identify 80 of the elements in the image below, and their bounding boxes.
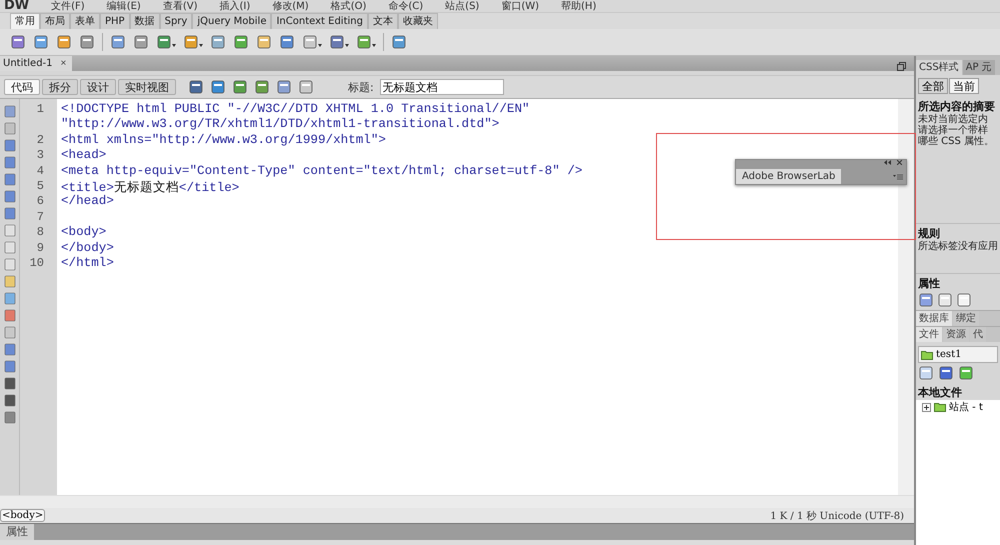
- expand-toggle[interactable]: [922, 402, 931, 412]
- code-line: </html>: [61, 256, 114, 270]
- panel-tab[interactable]: AP 元: [962, 60, 995, 75]
- restore-icon[interactable]: [897, 62, 906, 71]
- line-number: 4: [36, 164, 44, 178]
- line-number: 7: [36, 210, 44, 224]
- section-heading: 规则: [916, 226, 941, 240]
- summary-text: 请选择一个带样: [917, 125, 989, 136]
- menu-item[interactable]: 编辑(E): [106, 1, 141, 12]
- code-line: <body>: [61, 225, 106, 240]
- view-button[interactable]: 代码: [4, 79, 40, 95]
- panel-tab[interactable]: 数据库: [916, 311, 952, 326]
- insert-tab[interactable]: 表单: [70, 13, 100, 29]
- insert-tab[interactable]: 数据: [130, 13, 160, 29]
- line-number: 8: [36, 225, 44, 240]
- section-heading: 所选内容的摘要: [917, 99, 996, 114]
- view-button[interactable]: 实时视图: [118, 79, 176, 95]
- line-number: 2: [36, 132, 44, 147]
- menu-item[interactable]: 格式(O): [330, 1, 366, 12]
- site-dropdown[interactable]: test1: [918, 346, 998, 363]
- panel-tab[interactable]: 资源: [943, 327, 969, 342]
- code-line: </head>: [61, 194, 114, 208]
- section-heading: 本地文件: [916, 385, 963, 400]
- panel-tab[interactable]: CSS样式: [916, 60, 962, 75]
- properties-tab[interactable]: 属性: [0, 524, 34, 540]
- document-title: Untitled-1: [3, 58, 53, 69]
- line-number: 1: [36, 102, 44, 116]
- horizontal-scrollbar[interactable]: [0, 495, 914, 508]
- insert-tab[interactable]: 收藏夹: [398, 13, 438, 29]
- menu-item[interactable]: 修改(M): [272, 1, 309, 12]
- code-line: <meta http-equiv="Content-Type" content="text/html; charset=utf-8" />: [61, 164, 582, 178]
- mode-button[interactable]: 全部: [918, 78, 948, 94]
- menu-icon[interactable]: [893, 174, 903, 180]
- insert-tab[interactable]: 布局: [40, 13, 70, 29]
- document-tab[interactable]: Untitled-1 ×: [0, 56, 72, 71]
- code-line: <html xmlns="http://www.w3.org/1999/xhtml">: [61, 132, 386, 147]
- menu-item[interactable]: 命令(C): [388, 1, 424, 12]
- summary-text: 未对当前选定内: [917, 114, 989, 125]
- menu-item[interactable]: 窗口(W): [501, 1, 540, 12]
- close-button[interactable]: ×: [60, 58, 66, 69]
- view-button[interactable]: 拆分: [42, 79, 78, 95]
- folder-icon: [921, 350, 933, 360]
- line-number: 3: [36, 148, 44, 162]
- panel-tab[interactable]: Adobe BrowserLab: [736, 169, 842, 184]
- line-number: 10: [30, 256, 44, 270]
- status-info: 1 K / 1 秒 Unicode (UTF-8): [770, 510, 904, 522]
- mode-button[interactable]: 当前: [949, 78, 979, 94]
- insert-tab[interactable]: 文本: [368, 13, 398, 29]
- code-line: "http://www.w3.org/TR/xhtml1/DTD/xhtml1-transitional.dtd">: [61, 117, 500, 132]
- rules-text: 所选标签没有应用: [917, 241, 999, 252]
- code-line: <!DOCTYPE html PUBLIC "-//W3C//DTD XHTML 1.0 Transitional//EN": [61, 102, 530, 116]
- close-icon[interactable]: [897, 160, 902, 165]
- vertical-scrollbar[interactable]: [898, 99, 914, 495]
- title-field[interactable]: 无标题文档: [380, 79, 504, 95]
- title-label: 标题:: [348, 80, 374, 94]
- summary-text: 哪些 CSS 属性。: [917, 136, 996, 147]
- panel-tab[interactable]: 文件: [916, 327, 942, 342]
- code-line: </body>: [61, 240, 114, 255]
- collapse-icon[interactable]: [884, 160, 891, 165]
- code-line: <title>无标题文档</title>: [61, 180, 240, 195]
- section-heading: 属性: [917, 276, 941, 292]
- panel-tab[interactable]: 代: [970, 327, 986, 342]
- line-number: 6: [36, 194, 44, 208]
- menu-item[interactable]: 文件(F): [51, 1, 85, 12]
- menu-item[interactable]: 插入(I): [219, 1, 250, 12]
- insert-tab[interactable]: 常用: [10, 13, 40, 29]
- line-number: 5: [36, 178, 44, 193]
- code-line: <head>: [61, 148, 106, 162]
- insert-tab[interactable]: PHP: [100, 13, 130, 29]
- line-number: 9: [36, 240, 44, 255]
- insert-tab[interactable]: Spry: [160, 13, 192, 29]
- insert-tab[interactable]: jQuery Mobile: [192, 13, 272, 29]
- panel-tab[interactable]: 绑定: [953, 311, 979, 326]
- folder-icon: [934, 402, 946, 412]
- menu-item[interactable]: 站点(S): [445, 1, 480, 12]
- menu-item[interactable]: 查看(V): [162, 1, 198, 12]
- tag-selector[interactable]: <body>: [0, 509, 46, 522]
- insert-tab[interactable]: InContext Editing: [271, 13, 368, 29]
- menu-item[interactable]: 帮助(H): [561, 1, 596, 12]
- view-button[interactable]: 设计: [80, 79, 116, 95]
